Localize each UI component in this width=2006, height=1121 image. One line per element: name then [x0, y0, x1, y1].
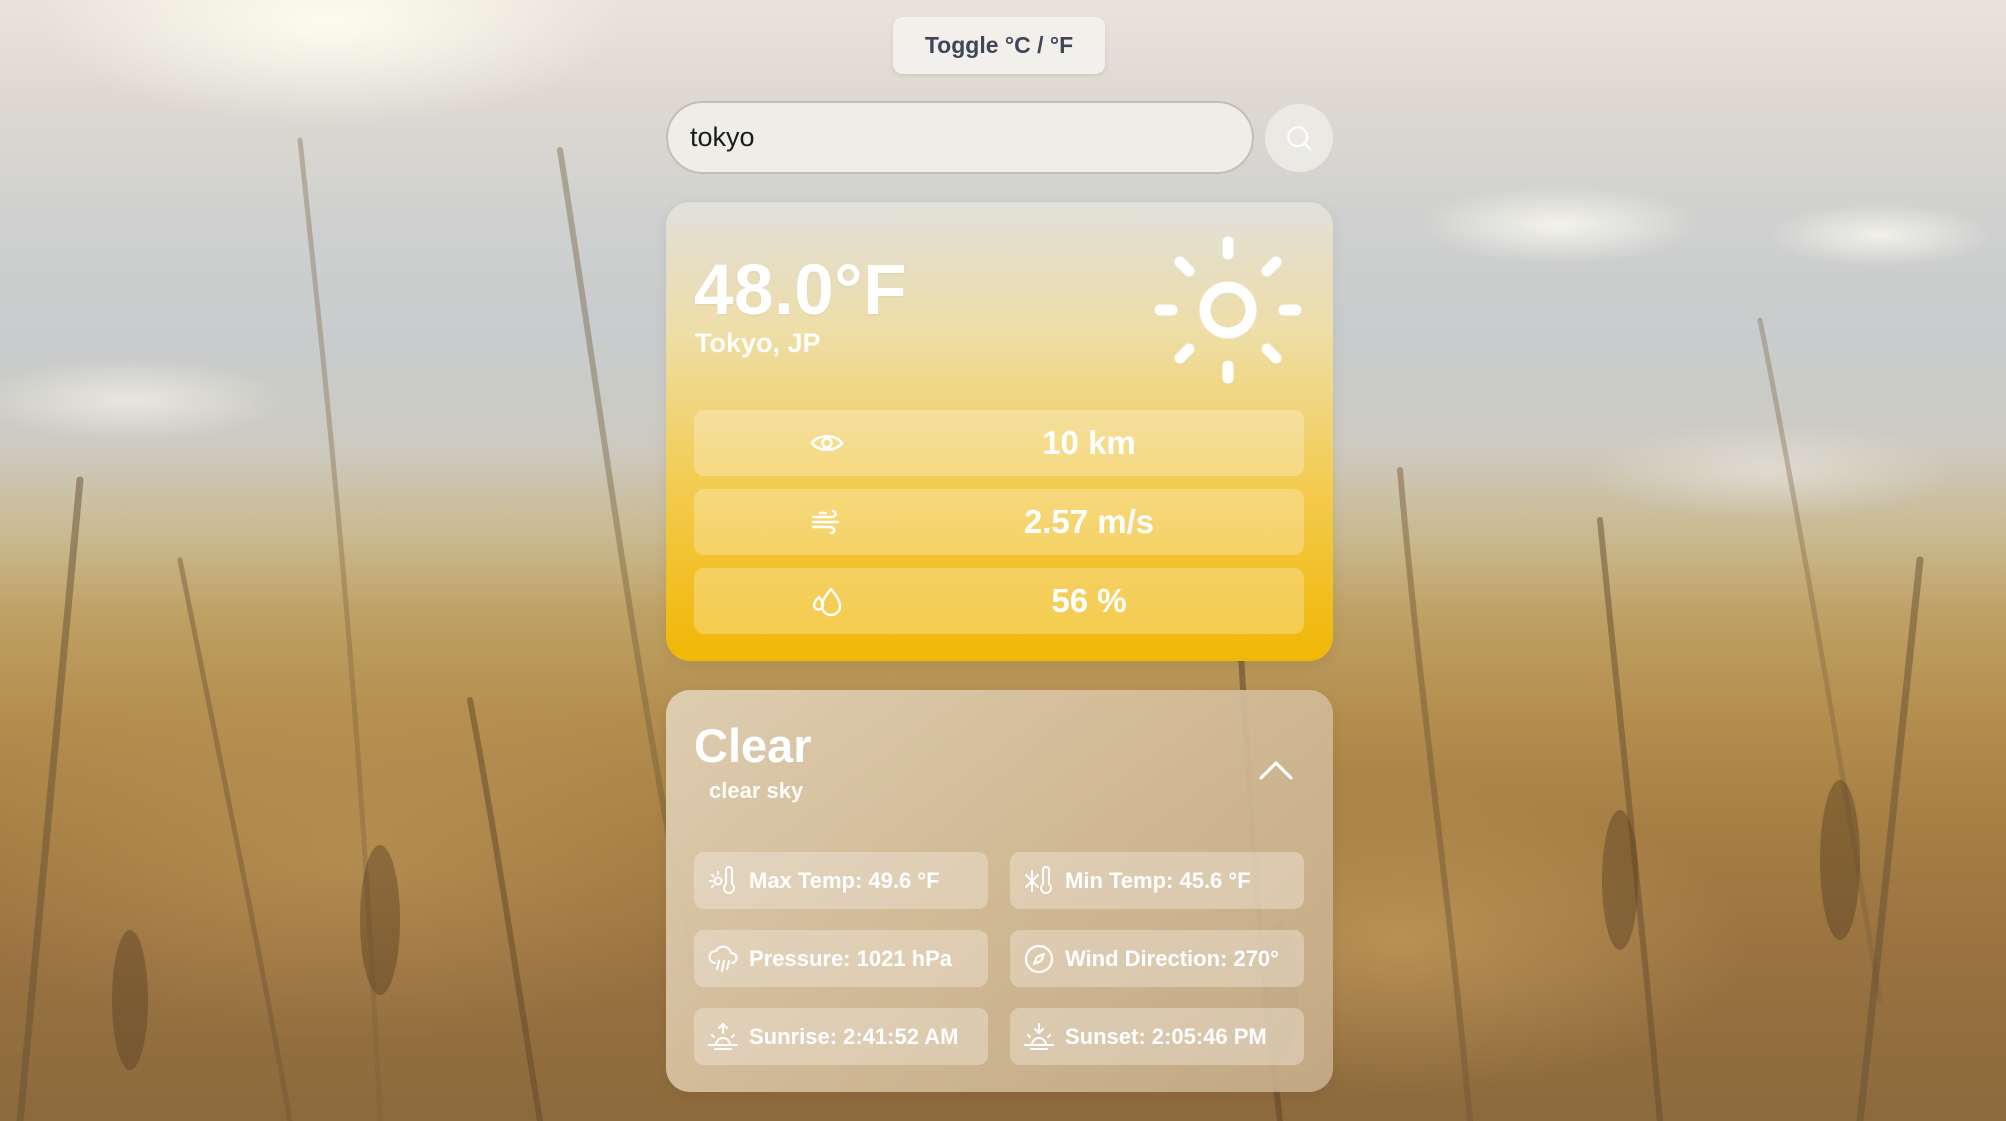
sunrise-icon	[706, 1020, 740, 1054]
location-label: Tokyo, JP	[695, 328, 821, 358]
min-temp-chip: Min Temp: 45.6 °F	[1010, 852, 1304, 909]
eye-icon	[810, 427, 844, 459]
pressure-chip: Pressure: 1021 hPa	[694, 930, 988, 987]
min-temp-label: Min Temp: 45.6 °F	[1065, 867, 1251, 893]
sunset-icon	[1022, 1020, 1056, 1054]
max-temp-label: Max Temp: 49.6 °F	[749, 867, 940, 893]
humidity-row: 56 %	[694, 568, 1304, 634]
wind-direction-chip: Wind Direction: 270°	[1010, 930, 1304, 987]
condition-title: Clear	[694, 719, 812, 772]
sun-icon	[1154, 236, 1302, 384]
sunrise-label: Sunrise: 2:41:52 AM	[749, 1023, 959, 1049]
humidity-icon	[810, 585, 844, 617]
city-search-input[interactable]	[666, 101, 1254, 174]
visibility-value: 10 km	[1042, 424, 1136, 461]
search-icon	[1287, 126, 1312, 151]
sunset-chip: Sunset: 2:05:46 PM	[1010, 1008, 1304, 1065]
thermometer-snowflake-icon	[1022, 864, 1056, 898]
compass-icon	[1022, 942, 1056, 976]
chevron-up-icon	[1259, 761, 1293, 780]
wind-speed-row: 2.57 m/s	[694, 489, 1304, 555]
wind-icon	[810, 506, 844, 538]
max-temp-chip: Max Temp: 49.6 °F	[694, 852, 988, 909]
thermometer-sun-icon	[706, 864, 740, 898]
unit-toggle-button[interactable]: Toggle °C / °F	[893, 17, 1105, 74]
wind-speed-value: 2.57 m/s	[1023, 503, 1155, 540]
current-weather-card: 48.0°F Tokyo, JP 10 km 2.57 m/s 56 %	[666, 202, 1333, 661]
sunset-label: Sunset: 2:05:46 PM	[1065, 1023, 1267, 1049]
search-button[interactable]	[1265, 104, 1333, 172]
sunrise-chip: Sunrise: 2:41:52 AM	[694, 1008, 988, 1065]
wind-direction-label: Wind Direction: 270°	[1065, 945, 1279, 971]
temperature-value: 48.0°F	[694, 251, 907, 330]
humidity-value: 56 %	[1051, 582, 1127, 619]
cloud-rain-icon	[706, 942, 740, 976]
visibility-row: 10 km	[694, 410, 1304, 476]
weather-details-card: Clear clear sky Max Temp: 49.6 °F Min Te…	[666, 690, 1333, 1092]
collapse-details-button[interactable]	[1256, 750, 1296, 790]
condition-description: clear sky	[709, 778, 804, 803]
pressure-label: Pressure: 1021 hPa	[749, 945, 953, 971]
